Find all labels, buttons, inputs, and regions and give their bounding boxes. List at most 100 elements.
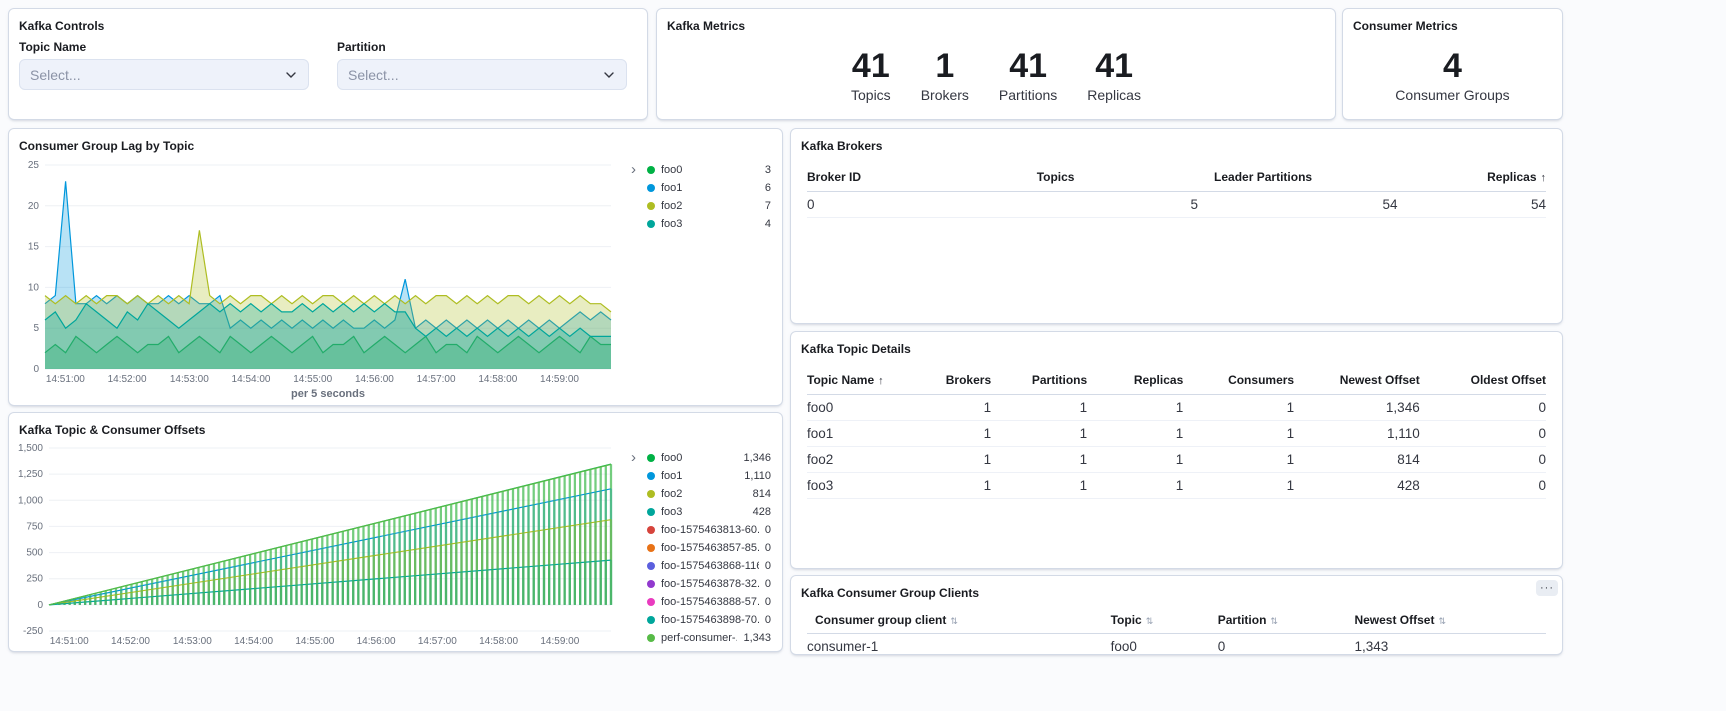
bar [192, 569, 194, 605]
partition-select[interactable]: Select... [337, 59, 627, 90]
series-value: 3 [765, 164, 771, 176]
legend-item[interactable]: foo34 [647, 215, 771, 233]
consumer-group-clients-table: Consumer group client⇅Topic⇅Partition⇅Ne… [807, 607, 1546, 655]
panel-consumer-metrics: Consumer Metrics 4Consumer Groups [1342, 8, 1563, 120]
legend-item[interactable]: foo-1575463813-60...0 [647, 521, 771, 539]
column-header-replicas: Replicas [1095, 365, 1191, 395]
x-axis-tick-label: 14:56:00 [357, 636, 396, 647]
series-name: foo3 [661, 506, 747, 518]
table-cell: 54 [1406, 192, 1546, 218]
series-color-dot [647, 490, 655, 498]
bar [316, 538, 318, 605]
series-color-dot [647, 454, 655, 462]
bar [481, 497, 483, 605]
series-value: 1,346 [743, 452, 771, 464]
bar [234, 559, 236, 605]
legend-item[interactable]: perf-consumer-...1,343 [647, 629, 771, 647]
legend-item[interactable]: foo-1575463868-116...0 [647, 557, 771, 575]
legend-item[interactable]: foo-1575463857-85...0 [647, 539, 771, 557]
legend-collapse-icon[interactable]: › [631, 450, 636, 466]
table-cell: 1 [999, 447, 1095, 473]
legend-item[interactable]: foo03 [647, 161, 771, 179]
bar [404, 516, 406, 605]
legend-collapse-icon[interactable]: › [631, 162, 636, 178]
table-cell: foo0 [807, 395, 933, 421]
column-header-topic-name[interactable]: Topic Name↑ [807, 365, 933, 395]
topic-name-label: Topic Name [19, 40, 309, 54]
topic-name-select[interactable]: Select... [19, 59, 309, 90]
legend-item[interactable]: foo-1575463898-70...0 [647, 611, 771, 629]
ellipsis-icon: ··· [1540, 583, 1554, 594]
column-header-partition[interactable]: Partition⇅ [1210, 607, 1347, 634]
series-color-dot [647, 184, 655, 192]
bar [502, 492, 504, 605]
series-color-dot [647, 202, 655, 210]
x-axis-tick-label: 14:52:00 [108, 374, 147, 385]
y-axis-tick-label: 10 [28, 282, 40, 293]
y-axis-tick-label: 0 [37, 600, 43, 611]
legend-item[interactable]: foo-1575463878-32...0 [647, 575, 771, 593]
bar [476, 498, 478, 605]
bar [440, 507, 442, 605]
table-cell: 814 [1302, 447, 1428, 473]
sortable-icon: ⇅ [950, 616, 958, 626]
y-axis-tick-label: 1,000 [18, 495, 43, 506]
bar [275, 548, 277, 605]
column-header-topic[interactable]: Topic⇅ [1103, 607, 1210, 634]
bar [399, 517, 401, 605]
series-value: 0 [765, 614, 771, 626]
bar [378, 522, 380, 605]
bar [115, 588, 117, 605]
column-header-replicas[interactable]: Replicas↑ [1406, 162, 1546, 192]
line-series-foo1 [49, 489, 611, 605]
topic-details-table: Topic Name↑BrokersPartitionsReplicasCons… [807, 365, 1546, 499]
bar [429, 510, 431, 605]
bar [332, 534, 334, 605]
series-value: 6 [765, 182, 771, 194]
panel-options-button[interactable]: ··· [1536, 580, 1558, 596]
consumer-lag-chart: 051015202514:51:0014:52:0014:53:0014:54:… [11, 155, 625, 406]
bar [136, 583, 138, 605]
bar [564, 476, 566, 605]
sort-asc-icon: ↑ [1541, 172, 1547, 184]
series-value: 1,343 [743, 632, 771, 644]
bar [265, 551, 267, 605]
bar [177, 573, 179, 605]
panel-title: Kafka Controls [9, 9, 647, 34]
legend-item[interactable]: foo16 [647, 179, 771, 197]
panel-title: Kafka Topic Details [791, 332, 1562, 357]
panel-kafka-controls: Kafka Controls Topic Name Select... Part… [8, 8, 648, 120]
bar [208, 565, 210, 605]
table-header-row: Consumer group client⇅Topic⇅Partition⇅Ne… [807, 607, 1546, 634]
table-cell: 428 [1302, 473, 1428, 499]
series-value: 1,110 [744, 470, 771, 482]
column-header-consumer-group-client[interactable]: Consumer group client⇅ [807, 607, 1103, 634]
legend-item[interactable]: foo11,110 [647, 467, 771, 485]
bar [471, 499, 473, 605]
bar [357, 528, 359, 605]
legend-item[interactable]: foo2814 [647, 485, 771, 503]
bar [197, 568, 199, 605]
table-header-row: Broker IDTopicsLeader PartitionsReplicas… [807, 162, 1546, 192]
table-cell: 1 [999, 395, 1095, 421]
column-header-newest-offset[interactable]: Newest Offset⇅ [1346, 607, 1546, 634]
bar [486, 495, 488, 605]
series-color-dot [647, 544, 655, 552]
metrics-row: 4Consumer Groups [1343, 46, 1562, 104]
select-placeholder: Select... [30, 67, 284, 83]
x-axis-tick-label: 14:58:00 [478, 374, 517, 385]
bar [533, 484, 535, 605]
legend-item[interactable]: foo3428 [647, 503, 771, 521]
series-name: foo3 [661, 218, 759, 230]
table-cell: 1,343 [1346, 634, 1546, 656]
table-row: foo111111,1100 [807, 421, 1546, 447]
table-cell: 0 [807, 192, 1029, 218]
column-header-partitions: Partitions [999, 365, 1095, 395]
x-axis-tick-label: 14:54:00 [232, 374, 271, 385]
legend-item[interactable]: foo01,346 [647, 449, 771, 467]
bar [301, 542, 303, 605]
legend-item[interactable]: foo-1575463888-57...0 [647, 593, 771, 611]
partition-label: Partition [337, 40, 627, 54]
legend-item[interactable]: foo27 [647, 197, 771, 215]
x-axis-tick-label: 14:59:00 [540, 636, 579, 647]
